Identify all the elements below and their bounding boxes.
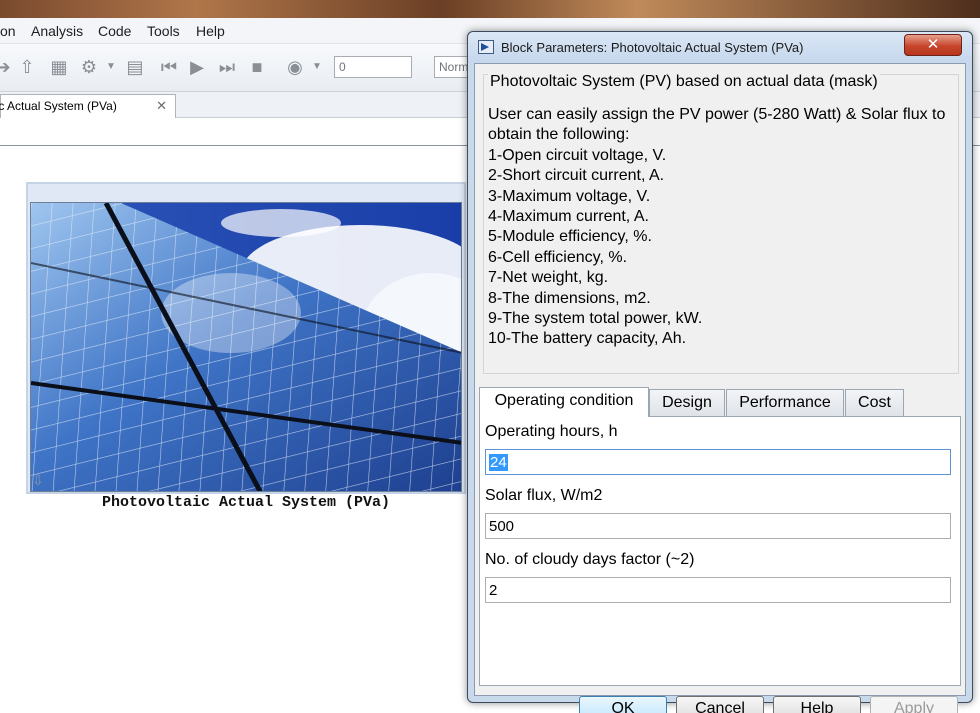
description-line: 9-The system total power, kW. [488, 310, 703, 328]
description-line: 7-Net weight, kg. [488, 269, 609, 287]
block-name-label[interactable]: Photovoltaic Actual System (PVa) [30, 494, 462, 511]
description-line: 4-Maximum current, A. [488, 208, 649, 226]
menu-analysis[interactable]: Analysis [31, 23, 83, 39]
close-button[interactable]: ✕ [904, 34, 962, 56]
group-title: Photovoltaic System (PV) based on actual… [488, 73, 880, 91]
stop-icon[interactable]: ■ [246, 56, 268, 78]
description-line: 6-Cell efficiency, %. [488, 248, 628, 266]
library-browser-icon[interactable]: ▦ [48, 56, 70, 78]
record-icon[interactable]: ◉ [284, 56, 306, 78]
chevron-down-icon[interactable]: ▼ [100, 56, 122, 78]
cancel-button[interactable]: Cancel [676, 696, 764, 713]
tab-cost[interactable]: Cost [845, 389, 904, 416]
dialog-title: Block Parameters: Photovoltaic Actual Sy… [501, 40, 804, 55]
operating-condition-panel: Operating hours, h 24 Solar flux, W/m2 5… [479, 416, 961, 686]
run-icon[interactable]: ▶ [186, 56, 208, 78]
step-forward-icon[interactable]: ⏭ [216, 56, 238, 78]
model-tab[interactable]: aic Actual System (PVa) ✕ [0, 94, 176, 118]
menu-help[interactable]: Help [196, 23, 225, 39]
model-tab-label: aic Actual System (PVa) [0, 99, 117, 113]
close-icon[interactable]: ✕ [156, 98, 167, 114]
operating-hours-input[interactable]: 24 [485, 449, 951, 475]
mask-description-group: Photovoltaic System (PV) based on actual… [483, 73, 959, 374]
apply-button[interactable]: Apply [870, 696, 958, 713]
simulink-block-icon [478, 40, 494, 54]
description-line: 8-The dimensions, m2. [488, 289, 651, 307]
dialog-body: Photovoltaic System (PV) based on actual… [474, 63, 966, 713]
operating-hours-value: 24 [489, 454, 508, 471]
description-line: obtain the following: [488, 126, 630, 144]
help-button[interactable]: Help [773, 696, 861, 713]
model-explorer-icon[interactable]: ▤ [124, 56, 146, 78]
description-line: 10-The battery capacity, Ah. [488, 330, 687, 348]
menu-simulation[interactable]: on [0, 23, 16, 39]
operating-hours-label: Operating hours, h [485, 423, 618, 440]
tab-performance[interactable]: Performance [726, 389, 844, 416]
solar-flux-input[interactable]: 500 [485, 513, 951, 539]
menu-code[interactable]: Code [98, 23, 131, 39]
tab-design[interactable]: Design [649, 389, 725, 416]
tab-operating-condition[interactable]: Operating condition [479, 387, 649, 417]
description-line: 2-Short circuit current, A. [488, 167, 665, 185]
gear-icon[interactable]: ⚙ [78, 56, 100, 78]
description-line: 3-Maximum voltage, V. [488, 187, 651, 205]
menu-tools[interactable]: Tools [147, 23, 180, 39]
description-line: 5-Module efficiency, %. [488, 228, 652, 246]
ok-button[interactable]: OK [579, 696, 667, 713]
record-menu-chevron-icon[interactable]: ▼ [306, 56, 328, 78]
block-parameters-dialog: Block Parameters: Photovoltaic Actual Sy… [467, 31, 973, 713]
up-arrow-icon[interactable]: ⇧ [16, 56, 38, 78]
description-line: User can easily assign the PV power (5-2… [488, 106, 946, 123]
mask-description: User can easily assign the PV power (5-2… [488, 105, 958, 350]
step-back-icon[interactable]: ⏮ [158, 56, 180, 78]
block-solar-panel-image[interactable] [30, 202, 462, 492]
cloudy-days-input[interactable]: 2 [485, 577, 951, 603]
down-arrow-icon: ⇩ [32, 472, 44, 488]
cloudy-days-label: No. of cloudy days factor (~2) [485, 551, 695, 568]
description-line: 1-Open circuit voltage, V. [488, 146, 667, 164]
forward-arrow-icon[interactable]: ➔ [0, 56, 14, 78]
desktop-wallpaper [0, 0, 980, 18]
stop-time-input[interactable]: 0 [334, 56, 412, 78]
solar-flux-label: Solar flux, W/m2 [485, 487, 603, 504]
dialog-titlebar[interactable]: Block Parameters: Photovoltaic Actual Sy… [468, 32, 972, 62]
